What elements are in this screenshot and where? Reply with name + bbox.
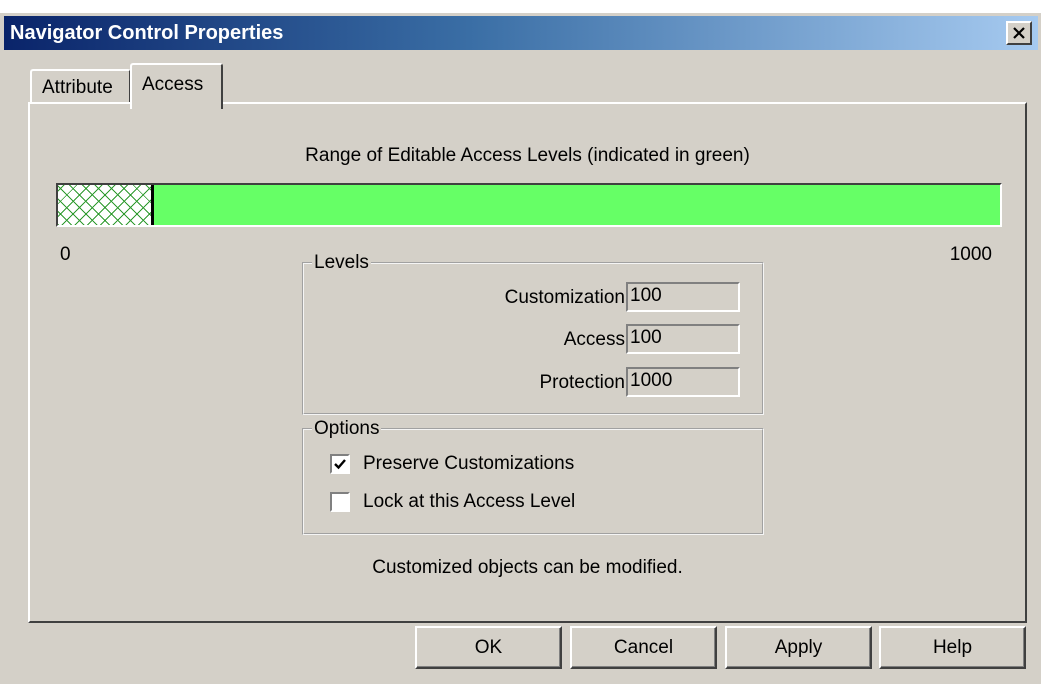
title-bar[interactable]: Navigator Control Properties <box>4 16 1038 50</box>
help-button[interactable]: Help <box>879 626 1026 669</box>
customization-field: 100 <box>626 282 740 312</box>
access-field: 100 <box>626 324 740 354</box>
access-label: Access <box>563 329 625 350</box>
lock-access-level-checkbox[interactable] <box>330 492 350 512</box>
access-level-marker <box>151 185 155 225</box>
ok-button[interactable]: OK <box>415 626 562 669</box>
tab-attribute[interactable]: Attribute <box>30 69 131 103</box>
range-max-label: 1000 <box>949 244 992 265</box>
tab-access-label: Access <box>142 74 204 95</box>
preserve-customizations-checkbox[interactable] <box>330 454 350 474</box>
properties-dialog: Navigator Control Properties Attribute A… <box>0 13 1041 684</box>
protection-label: Protection <box>539 372 625 393</box>
window-title: Navigator Control Properties <box>10 22 284 44</box>
lock-access-level-label: Lock at this Access Level <box>363 491 576 512</box>
preserve-customizations-label: Preserve Customizations <box>363 453 575 474</box>
range-min-label: 0 <box>60 244 71 265</box>
close-button[interactable] <box>1006 21 1032 45</box>
tab-access[interactable]: Access <box>130 63 223 109</box>
levels-group: Levels Customization 100 Access 100 Prot… <box>302 252 764 415</box>
non-editable-range <box>58 185 153 225</box>
customization-label: Customization <box>504 287 625 308</box>
protection-field: 1000 <box>626 367 740 397</box>
range-caption: Range of Editable Access Levels (indicat… <box>305 145 750 166</box>
access-tab-panel: Range of Editable Access Levels (indicat… <box>28 102 1027 623</box>
status-message: Customized objects can be modified. <box>372 557 683 578</box>
cancel-button[interactable]: Cancel <box>570 626 717 669</box>
options-group: Options Preserve Customizations Lock at … <box>302 418 764 535</box>
protection-row: Protection 1000 <box>304 367 762 397</box>
tab-attribute-label: Attribute <box>42 77 113 98</box>
apply-button[interactable]: Apply <box>725 626 872 669</box>
access-row: Access 100 <box>304 324 762 354</box>
editable-range <box>152 185 1000 225</box>
close-icon <box>1013 27 1025 39</box>
customization-row: Customization 100 <box>304 282 762 312</box>
levels-legend: Levels <box>314 252 369 273</box>
access-range-bar <box>56 183 1002 227</box>
checkmark-icon <box>334 459 346 470</box>
options-legend: Options <box>314 418 380 439</box>
